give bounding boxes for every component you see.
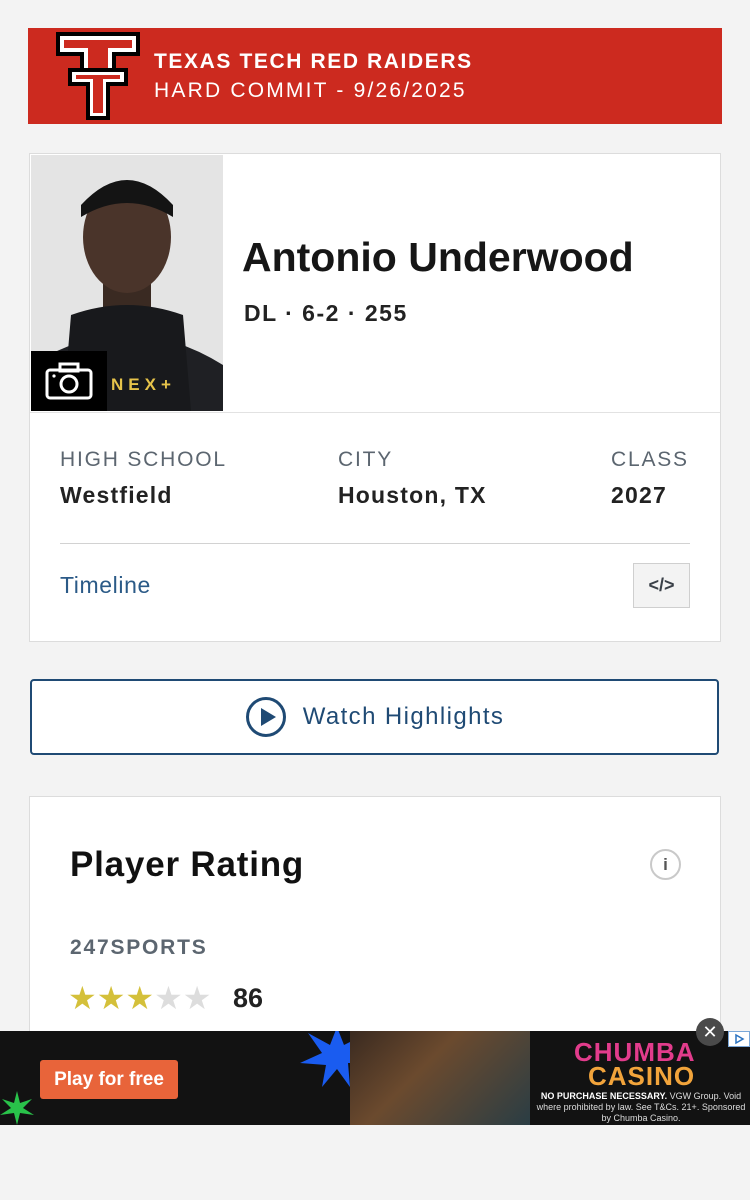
rating-title: Player Rating <box>70 845 305 884</box>
embed-code-button[interactable]: </> <box>633 563 690 608</box>
timeline-link[interactable]: Timeline <box>60 572 151 599</box>
star-empty-icon: ★ <box>182 980 212 1016</box>
star-empty-icon: ★ <box>154 980 183 1016</box>
commit-banner: TEXAS TECH RED RAIDERS HARD COMMIT - 9/2… <box>28 28 722 124</box>
watch-highlights-button[interactable]: Watch Highlights <box>30 679 719 755</box>
ad-legal-text: NO PURCHASE NECESSARY. VGW Group. Void w… <box>536 1091 746 1123</box>
ad-close-button[interactable]: ✕ <box>696 1018 724 1046</box>
advertisement[interactable]: Play for free CHUMBA CASINO NO PURCHASE … <box>0 1031 750 1125</box>
player-meta: DL · 6-2 · 255 <box>244 300 408 326</box>
code-icon: </> <box>648 575 675 595</box>
player-rating-card: Player Rating i 247SPORTS ★ ★ ★ ★ ★ 86 <box>29 796 721 1056</box>
commit-status: HARD COMMIT - 9/26/2025 <box>154 79 467 102</box>
star-filled-icon: ★ <box>96 980 126 1016</box>
high-school-label: HIGH SCHOOL <box>60 448 227 471</box>
player-name: Antonio Underwood <box>242 234 634 280</box>
class-label: CLASS <box>611 448 689 471</box>
ad-brand-line2: CASINO <box>588 1061 696 1091</box>
player-photo[interactable]: NEX+ <box>31 155 223 411</box>
star-filled-icon: ★ <box>68 980 97 1016</box>
info-icon[interactable]: i <box>650 849 681 880</box>
divider <box>30 412 720 413</box>
ad-choices-icon[interactable] <box>728 1031 750 1047</box>
team-name: TEXAS TECH RED RAIDERS <box>154 50 473 73</box>
rating-value: 86 <box>233 983 264 1013</box>
star-filled-icon: ★ <box>125 980 155 1016</box>
watch-highlights-label: Watch Highlights <box>302 703 505 730</box>
rating-source: 247SPORTS <box>70 936 208 959</box>
class-value: 2027 <box>611 482 667 508</box>
player-card: NEX+ Antonio Underwood DL · 6-2 · 255 HI… <box>29 153 721 642</box>
city-value: Houston, TX <box>338 482 487 508</box>
ad-image <box>350 1031 530 1125</box>
city-label: CITY <box>338 448 394 471</box>
play-for-free-button[interactable]: Play for free <box>40 1060 178 1099</box>
starburst-decoration <box>0 1091 34 1125</box>
divider <box>60 543 690 544</box>
photo-badge: NEX+ <box>111 375 176 394</box>
play-circle-icon <box>245 697 286 737</box>
star-rating: ★ ★ ★ ★ ★ <box>68 981 211 1015</box>
camera-icon[interactable] <box>31 351 107 411</box>
high-school-value: Westfield <box>60 482 173 508</box>
double-t-logo <box>28 28 148 124</box>
page-background <box>0 1125 750 1200</box>
